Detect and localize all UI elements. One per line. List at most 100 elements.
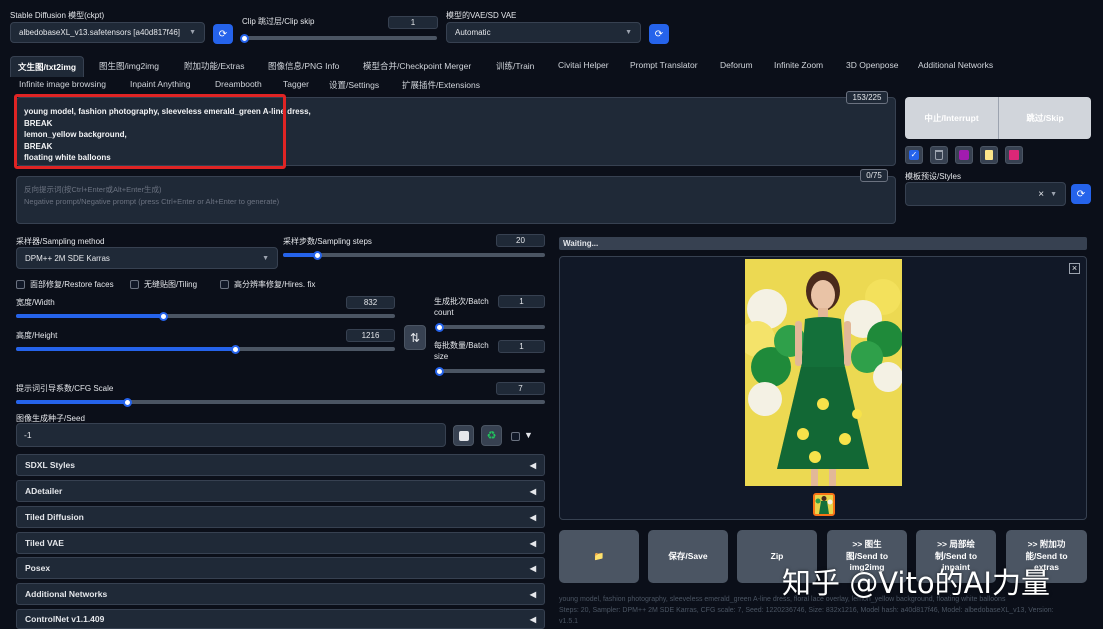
accordion-additional-networks[interactable]: Additional Networks ◀ (16, 583, 545, 605)
cfg-slider[interactable] (16, 397, 545, 407)
tab-infinite-zoom[interactable]: Infinite Zoom (774, 60, 823, 70)
width-slider[interactable] (16, 311, 395, 321)
accordion-tiled-diffusion[interactable]: Tiled Diffusion ◀ (16, 506, 545, 528)
chevron-down-icon: ▼ (625, 29, 632, 36)
trash-icon (935, 150, 943, 160)
batch-count-slider[interactable] (435, 322, 545, 332)
width-number[interactable]: 832 (346, 296, 395, 309)
tab-extensions[interactable]: 扩展插件/Extensions (402, 79, 480, 91)
tab-txt2img[interactable]: 文生图/txt2img (10, 56, 85, 77)
restore-faces-checkbox[interactable]: 面部修复/Restore faces (16, 279, 114, 290)
refresh-icon: ⟳ (1076, 188, 1086, 200)
seed-input[interactable]: -1 (16, 423, 446, 447)
checkbox-box[interactable] (130, 280, 139, 289)
batch-count-label: 生成批次/Batch count (434, 296, 489, 318)
tab-infinite-image-browsing[interactable]: Infinite image browsing (19, 79, 106, 89)
cfg-slider-thumb[interactable] (122, 397, 132, 407)
tab-png-info[interactable]: 图像信息/PNG Info (268, 60, 339, 72)
vae-select[interactable]: Automatic ▼ (446, 22, 641, 43)
apply-styles-button[interactable]: ✓ (905, 146, 923, 164)
width-label: 宽度/Width (16, 298, 55, 307)
accordion-sdxl-styles[interactable]: SDXL Styles ◀ (16, 454, 545, 476)
extra-seed-toggle-icon[interactable]: ▼ (524, 430, 533, 440)
accordion-title: Tiled Diffusion (25, 512, 84, 522)
close-icon[interactable]: × (1069, 263, 1080, 274)
save-style-button[interactable] (1005, 146, 1023, 164)
paste-button[interactable] (980, 146, 998, 164)
skip-button[interactable]: 跳过/Skip (998, 97, 1091, 139)
width-slider-thumb[interactable] (159, 311, 169, 321)
tab-settings[interactable]: 设置/Settings (329, 79, 379, 91)
height-slider-thumb[interactable] (231, 344, 241, 354)
gallery-thumbnail[interactable] (813, 493, 835, 516)
reuse-seed-button[interactable]: ♻ (481, 425, 502, 446)
tab-3d-openpose[interactable]: 3D Openpose (846, 60, 898, 70)
placeholder-line: Negative prompt/Negative prompt (press C… (24, 197, 280, 206)
tab-deforum[interactable]: Deforum (720, 60, 753, 70)
button-line: >> 图生 (852, 539, 882, 550)
height-label: 高度/Height (16, 331, 58, 340)
tab-tagger[interactable]: Tagger (283, 79, 309, 89)
clip-skip-slider[interactable] (240, 33, 437, 43)
accordion-adetailer[interactable]: ADetailer ◀ (16, 480, 545, 502)
interrupt-button[interactable]: 中止/Interrupt (905, 97, 998, 139)
steps-number[interactable]: 20 (496, 234, 545, 247)
generated-image[interactable] (745, 259, 902, 486)
refresh-styles-button[interactable]: ⟳ (1071, 184, 1091, 204)
cfg-number[interactable]: 7 (496, 382, 545, 395)
save-button[interactable]: 保存/Save (648, 530, 728, 583)
tab-train[interactable]: 训练/Train (496, 60, 534, 72)
tab-extras[interactable]: 附加功能/Extras (184, 60, 244, 72)
extra-seed-checkbox[interactable] (511, 432, 520, 443)
batch-count-number[interactable]: 1 (498, 295, 545, 308)
tab-additional-networks[interactable]: Additional Networks (918, 60, 993, 70)
clip-skip-number[interactable]: 1 (388, 16, 438, 29)
swap-icon: ⇅ (409, 330, 421, 345)
open-folder-button[interactable]: 📁 (559, 530, 639, 583)
batch-size-slider[interactable] (435, 366, 545, 376)
folder-icon: 📁 (593, 550, 605, 561)
tab-dreambooth[interactable]: Dreambooth (215, 79, 262, 89)
extra-networks-button[interactable] (955, 146, 973, 164)
accordion-title: SDXL Styles (25, 460, 75, 470)
refresh-ckpt-button[interactable]: ⟳ (213, 24, 233, 44)
trash-button[interactable] (930, 146, 948, 164)
batch-size-number[interactable]: 1 (498, 340, 545, 353)
steps-slider[interactable] (283, 250, 545, 260)
accordion-controlnet[interactable]: ControlNet v1.1.409 ◀ (16, 609, 545, 629)
sampler-select[interactable]: DPM++ 2M SDE Karras ▼ (16, 247, 278, 269)
hires-fix-checkbox[interactable]: 高分辨率修复/Hires. fix (220, 279, 315, 290)
tab-checkpoint-merger[interactable]: 模型合并/Checkpoint Merger (363, 60, 471, 72)
vae-select-value: Automatic (455, 28, 491, 37)
batch-count-slider-thumb[interactable] (435, 322, 444, 332)
batch-size-slider-thumb[interactable] (435, 366, 444, 376)
triangle-left-icon: ◀ (529, 538, 536, 548)
height-slider-fill (16, 347, 236, 351)
height-number[interactable]: 1216 (346, 329, 395, 342)
sampler-select-value: DPM++ 2M SDE Karras (25, 253, 110, 263)
random-seed-button[interactable] (453, 425, 474, 446)
styles-select[interactable]: × ▼ (905, 182, 1066, 206)
ckpt-select[interactable]: albedobaseXL_v13.safetensors [a40d817f46… (10, 22, 205, 43)
restore-faces-label: 面部修复/Restore faces (30, 280, 114, 289)
checkbox-box[interactable] (16, 280, 25, 289)
tiling-checkbox[interactable]: 无缝贴图/Tiling (130, 279, 197, 290)
steps-slider-thumb[interactable] (312, 250, 322, 260)
tab-img2img[interactable]: 图生图/img2img (99, 60, 159, 72)
triangle-left-icon: ◀ (529, 460, 536, 470)
refresh-vae-button[interactable]: ⟳ (649, 24, 669, 44)
output-gallery: × (559, 256, 1087, 520)
swap-dimensions-button[interactable]: ⇅ (404, 325, 426, 350)
height-slider[interactable] (16, 344, 395, 354)
negative-prompt-textarea[interactable]: 反向提示词(按Ctrl+Enter或Alt+Enter生成) Negative … (16, 176, 896, 224)
tab-prompt-translator[interactable]: Prompt Translator (630, 60, 698, 70)
clear-icon[interactable]: × (1038, 189, 1044, 200)
accordion-tiled-vae[interactable]: Tiled VAE ◀ (16, 532, 545, 554)
checkbox-box[interactable] (511, 432, 520, 441)
accordion-posex[interactable]: Posex ◀ (16, 557, 545, 579)
clip-skip-slider-thumb[interactable] (240, 33, 249, 43)
tab-inpaint-anything[interactable]: Inpaint Anything (130, 79, 191, 89)
triangle-left-icon: ◀ (529, 512, 536, 522)
tab-civitai-helper[interactable]: Civitai Helper (558, 60, 609, 70)
checkbox-box[interactable] (220, 280, 229, 289)
